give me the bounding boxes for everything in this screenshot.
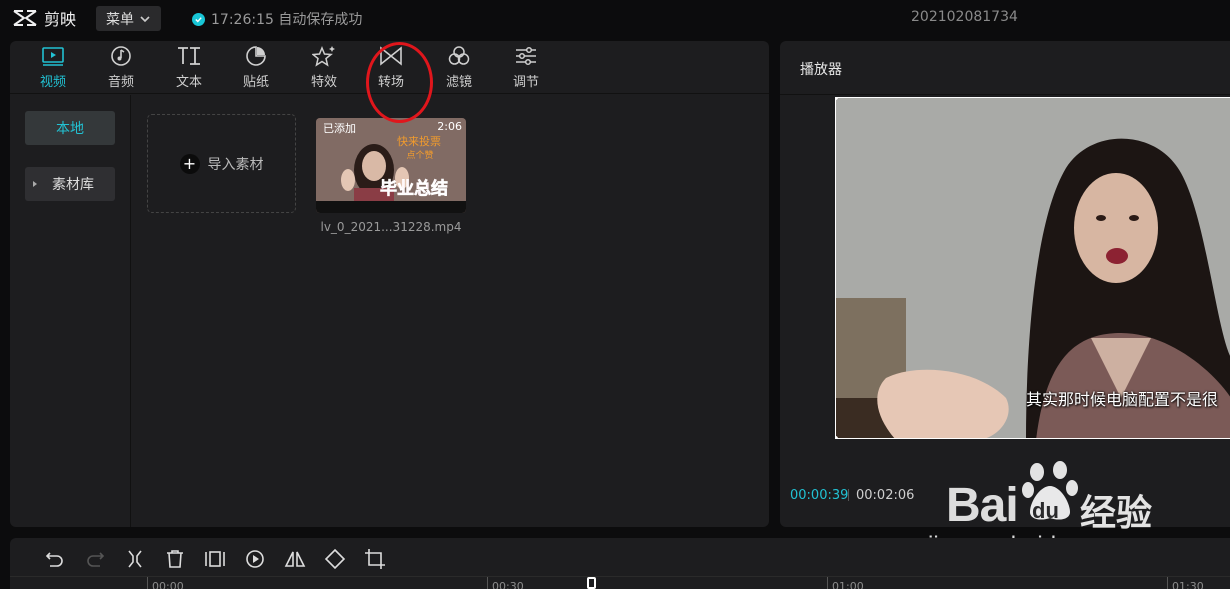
tick-mark	[827, 577, 828, 589]
player-panel: 播放器 其实那时候电脑配置不是很 00:00:39 00:02:06	[780, 41, 1230, 527]
tab-label: 视频	[39, 75, 66, 90]
video-icon	[42, 47, 64, 66]
media-sidebar: 本地 素材库	[10, 95, 131, 527]
sidebar-item-label: 素材库	[52, 177, 94, 193]
thumbnail-caption-top: 快来投票	[397, 134, 441, 148]
menu-button[interactable]: 菜单	[96, 6, 161, 31]
thumbnail-caption-mid: 点个赞	[406, 149, 433, 161]
watermark-jingyan: 经验	[1080, 493, 1153, 534]
chevron-down-icon	[140, 15, 150, 22]
annotation-circle	[366, 42, 433, 123]
clip-duration: 2:06	[437, 120, 462, 133]
menu-label: 菜单	[106, 11, 134, 28]
tab-label: 特效	[310, 75, 337, 90]
total-timecode: 00:02:06	[856, 488, 915, 503]
save-status: 17:26:15 自动保存成功	[192, 9, 362, 29]
freeze-frame-icon	[205, 551, 225, 567]
timecode-separator	[848, 489, 849, 501]
playhead-handle[interactable]	[587, 577, 596, 589]
tab-effects[interactable]: 特效	[296, 45, 352, 93]
plus-icon: +	[179, 153, 200, 174]
import-label: 导入素材	[207, 156, 264, 173]
tab-adjust[interactable]: 调节	[498, 45, 554, 93]
tick-label: 00:00	[152, 580, 184, 589]
delete-button[interactable]	[164, 548, 186, 570]
watermark-bai: Bai	[946, 479, 1019, 532]
sparkle-star-icon	[312, 46, 335, 67]
text-icon	[178, 47, 200, 65]
check-circle-icon	[192, 12, 205, 26]
sidebar-item-label: 本地	[56, 121, 84, 137]
tick-label: 00:30	[492, 580, 524, 589]
top-bar: 剪映 菜单 17:26:15 自动保存成功 202102081734	[0, 0, 1230, 38]
tab-label: 音频	[107, 75, 134, 90]
redo-icon	[87, 552, 105, 567]
clip-filename: lv_0_2021...31228.mp4	[320, 220, 462, 234]
filter-circles-icon	[448, 46, 470, 65]
app-logo: 剪映	[12, 6, 76, 30]
mirror-icon	[284, 551, 306, 567]
tab-label: 文本	[175, 75, 202, 90]
tab-sticker[interactable]: 贴纸	[228, 45, 284, 93]
split-icon	[128, 550, 142, 568]
media-clip-thumbnail[interactable]: 快来投票 点个赞 毕业总结 已添加 2:06	[316, 118, 466, 213]
save-status-text: 17:26:15 自动保存成功	[211, 12, 363, 28]
delete-icon	[167, 550, 183, 568]
crop-button[interactable]	[364, 548, 386, 570]
timeline-ruler[interactable]: 00:00 00:30 01:00 01:30	[10, 576, 1230, 589]
redo-button[interactable]	[84, 548, 106, 570]
reverse-play-icon	[246, 550, 264, 568]
freeze-frame-button[interactable]	[204, 548, 226, 570]
undo-button[interactable]	[44, 548, 66, 570]
tick-mark	[147, 577, 148, 589]
player-title: 播放器	[800, 62, 842, 78]
crop-icon	[365, 549, 385, 569]
tab-audio[interactable]: 音频	[93, 45, 149, 93]
divider	[780, 94, 1230, 95]
rotate-button[interactable]	[324, 548, 346, 570]
split-button[interactable]	[124, 548, 146, 570]
rotate-icon	[324, 548, 346, 570]
tab-label: 滤镜	[445, 75, 472, 90]
tick-mark	[1167, 577, 1168, 589]
current-timecode: 00:00:39	[790, 488, 849, 503]
undo-icon	[45, 552, 63, 567]
tab-video[interactable]: 视频	[25, 45, 81, 93]
project-name: 202102081734	[911, 9, 1018, 25]
video-preview[interactable]: 其实那时候电脑配置不是很	[835, 97, 1230, 439]
sidebar-item-local[interactable]: 本地	[25, 111, 115, 145]
app-name: 剪映	[44, 10, 77, 29]
tab-label: 调节	[512, 75, 539, 90]
thumbnail-caption-main: 毕业总结	[380, 178, 448, 199]
caret-right-icon	[33, 181, 37, 187]
tick-label: 01:00	[832, 580, 864, 589]
tick-label: 01:30	[1172, 580, 1204, 589]
music-note-icon	[111, 46, 131, 66]
mirror-button[interactable]	[284, 548, 306, 570]
reverse-play-button[interactable]	[244, 548, 266, 570]
tick-mark	[487, 577, 488, 589]
import-media-button[interactable]: + 导入素材	[147, 114, 296, 213]
tab-filter[interactable]: 滤镜	[431, 45, 487, 93]
tab-label: 贴纸	[242, 75, 269, 90]
added-badge: 已添加	[323, 122, 356, 135]
timeline-panel: 00:00 00:30 01:00 01:30	[10, 538, 1230, 589]
watermark-du: du	[1032, 498, 1059, 523]
tab-text[interactable]: 文本	[161, 45, 217, 93]
sticker-icon	[246, 46, 266, 66]
adjust-sliders-icon	[516, 46, 536, 66]
sidebar-item-library[interactable]: 素材库	[25, 167, 115, 201]
subtitle-text: 其实那时候电脑配置不是很	[1026, 390, 1219, 409]
capcut-logo-icon	[13, 10, 37, 26]
